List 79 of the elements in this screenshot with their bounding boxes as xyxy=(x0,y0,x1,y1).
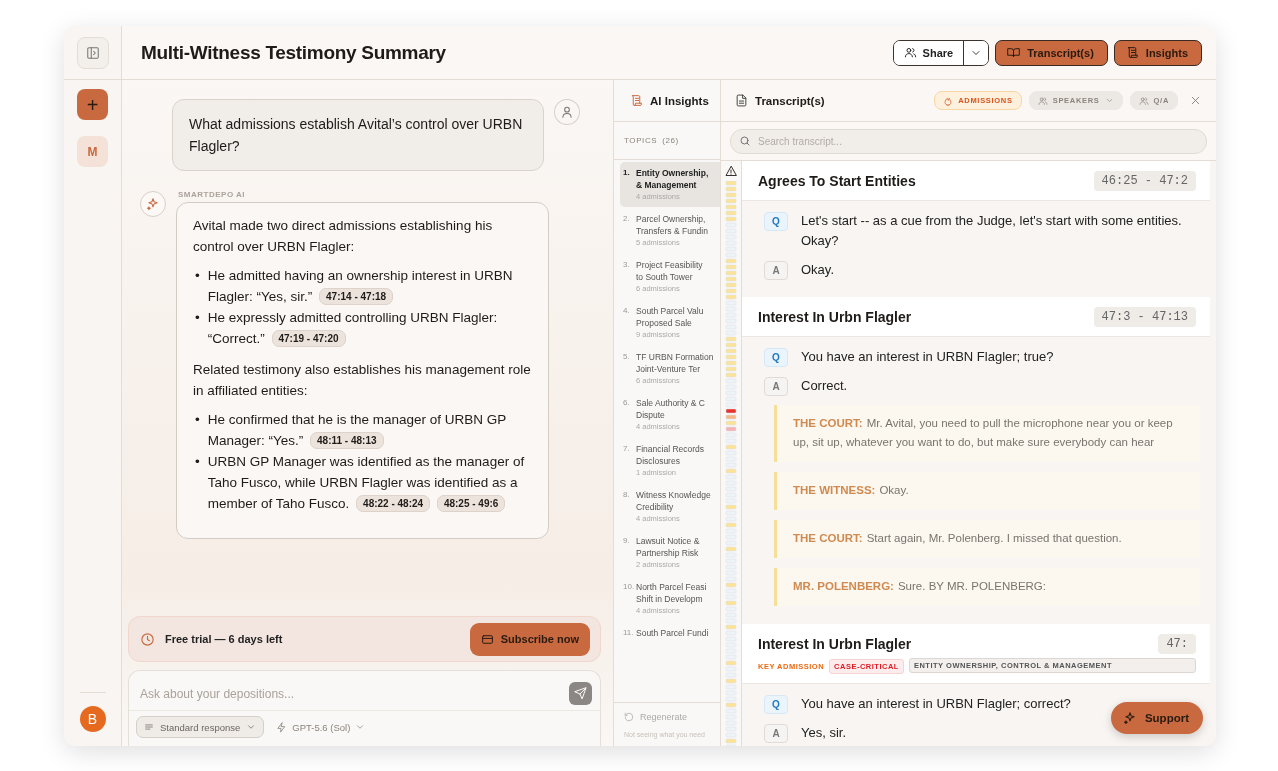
panel-toggle-button[interactable]: Transcript(s) xyxy=(995,39,1108,66)
sidebar-toggle-button[interactable] xyxy=(76,36,109,69)
testimony-text: Let's start -- as a cue from the Judge, let's start with some entities. Okay? xyxy=(801,212,1183,250)
question-badge: Q xyxy=(764,348,788,367)
speaker-remark: THE WITNESS: Okay. xyxy=(774,472,1200,510)
flame-icon xyxy=(943,95,954,106)
bullet-marker: • xyxy=(195,453,200,471)
person-icon xyxy=(560,105,575,119)
answer-bullet: He expressly admitted controlling URBN Flagler: “Correct.” 47:19 - 47:20 xyxy=(207,309,499,349)
response-mode-dropdown[interactable]: Standard response xyxy=(136,716,265,738)
answer-badge: A xyxy=(764,724,788,743)
testimony-text: You have an interest in URBN Flagler; correct? xyxy=(801,695,1071,713)
chevron-down-icon xyxy=(1104,96,1114,105)
refresh-icon xyxy=(624,712,634,722)
speaker-remark: MR. POLENBERG: Sure. BY MR. POLENBERG: xyxy=(774,568,1200,606)
search-field[interactable]: Search transcript... xyxy=(730,128,1207,154)
search-icon xyxy=(739,134,751,147)
section-title: Interest In Urbn Flagler xyxy=(758,309,913,325)
workspace-button[interactable]: M xyxy=(77,136,108,167)
testimony-text: You have an interest in URBN Flagler; true? xyxy=(801,348,1054,366)
card-icon xyxy=(480,632,494,646)
user-message: What admissions establish Avital’s control over URBN Flagler? xyxy=(172,99,545,171)
trial-text: Free trial — 6 days left xyxy=(165,633,284,645)
bolt-icon xyxy=(276,721,288,733)
timestamp: 46:25 - 47:2 xyxy=(1093,171,1196,191)
answer-paragraph: Avital made two direct admissions establishing his control over URBN Flagler: xyxy=(193,217,494,256)
speaker-remark: THE COURT: Start again, Mr. Polenberg. I missed that question. xyxy=(774,520,1200,558)
panel-title: AI Insights xyxy=(650,94,709,107)
lines-icon xyxy=(144,722,154,732)
answer-bullet: He confirmed that he is the manager of URBN GP Manager: “Yes.” 48:11 - 48:13 xyxy=(207,411,508,451)
topic-item[interactable]: 11. South Parcel Fundi xyxy=(620,622,720,644)
answer-paragraph: Related testimony also establishes his management role in affiliated entities: xyxy=(193,361,532,400)
chat-input-field[interactable]: Ask about your depositions... xyxy=(138,685,569,702)
question-badge: Q xyxy=(764,695,788,714)
scroll-icon xyxy=(630,94,643,107)
question-badge: Q xyxy=(764,212,788,231)
topics-count: (26) xyxy=(662,136,679,145)
user-avatar[interactable]: B xyxy=(79,706,106,732)
answer-badge: A xyxy=(764,377,788,396)
book-icon xyxy=(1007,46,1021,59)
sparkle-icon xyxy=(146,197,160,211)
scroll-icon xyxy=(1125,46,1139,59)
panel-title: Transcript(s) xyxy=(755,94,825,107)
people-icon xyxy=(1138,95,1149,106)
people-icon xyxy=(1037,95,1048,106)
send-icon xyxy=(574,687,587,700)
share-button[interactable]: Share xyxy=(893,40,965,65)
warning-icon xyxy=(725,165,737,177)
answer-bullet: URBN GP Manager was identified as the manager of Taho Fusco, while URBN Flagler was identified as a member of Taho Fusco. 48:22 - 48:24 48:25 - 49:6 xyxy=(207,453,526,514)
testimony-text: Correct. xyxy=(801,377,848,395)
testimony-text: Okay. xyxy=(801,261,834,279)
subscribe-button[interactable]: Subscribe now xyxy=(469,622,590,656)
testimony-text: Yes, sir. xyxy=(801,724,847,742)
sidebar-icon xyxy=(85,45,100,60)
answer-bullet: He admitted having an ownership interest in URBN Flagler: “Yes, sir.” 47:14 - 47:18 xyxy=(207,267,514,307)
new-chat-button[interactable]: + xyxy=(77,89,108,120)
page-title: Multi-Witness Testimony Summary xyxy=(141,41,447,64)
sparkle-icon xyxy=(1122,711,1137,725)
bullet-marker: • xyxy=(195,411,200,429)
section-title: Interest In Urbn Flagler xyxy=(758,636,913,652)
bullet-marker: • xyxy=(195,267,200,285)
panel-toggle-button[interactable]: Insights xyxy=(1113,39,1202,66)
support-button[interactable]: Support xyxy=(1110,702,1203,734)
close-icon xyxy=(1189,94,1202,107)
people-icon xyxy=(903,46,917,59)
send-button[interactable] xyxy=(569,682,592,705)
assistant-label: SMARTDEPO AI xyxy=(178,190,247,199)
timestamp: 47:3 - 47:13 xyxy=(1093,307,1196,327)
topics-label: TOPICS xyxy=(624,136,658,145)
answer-badge: A xyxy=(764,261,788,280)
chevron-down-icon xyxy=(246,722,257,732)
section-title: Agrees To Start Entities xyxy=(758,173,917,189)
document-icon xyxy=(735,94,748,107)
timestamp: 47: xyxy=(1158,634,1196,654)
bullet-marker: • xyxy=(195,309,200,327)
chevron-down-icon xyxy=(355,722,366,732)
speaker-remark: THE COURT: Mr. Avital, you need to pull the microphone near you or keep up, sit up, whatever you want to do, but make sure everybody can hear xyxy=(774,405,1200,462)
clock-icon xyxy=(140,631,155,647)
model-dropdown[interactable]: GPT-5.6 (Sol) xyxy=(276,721,366,733)
